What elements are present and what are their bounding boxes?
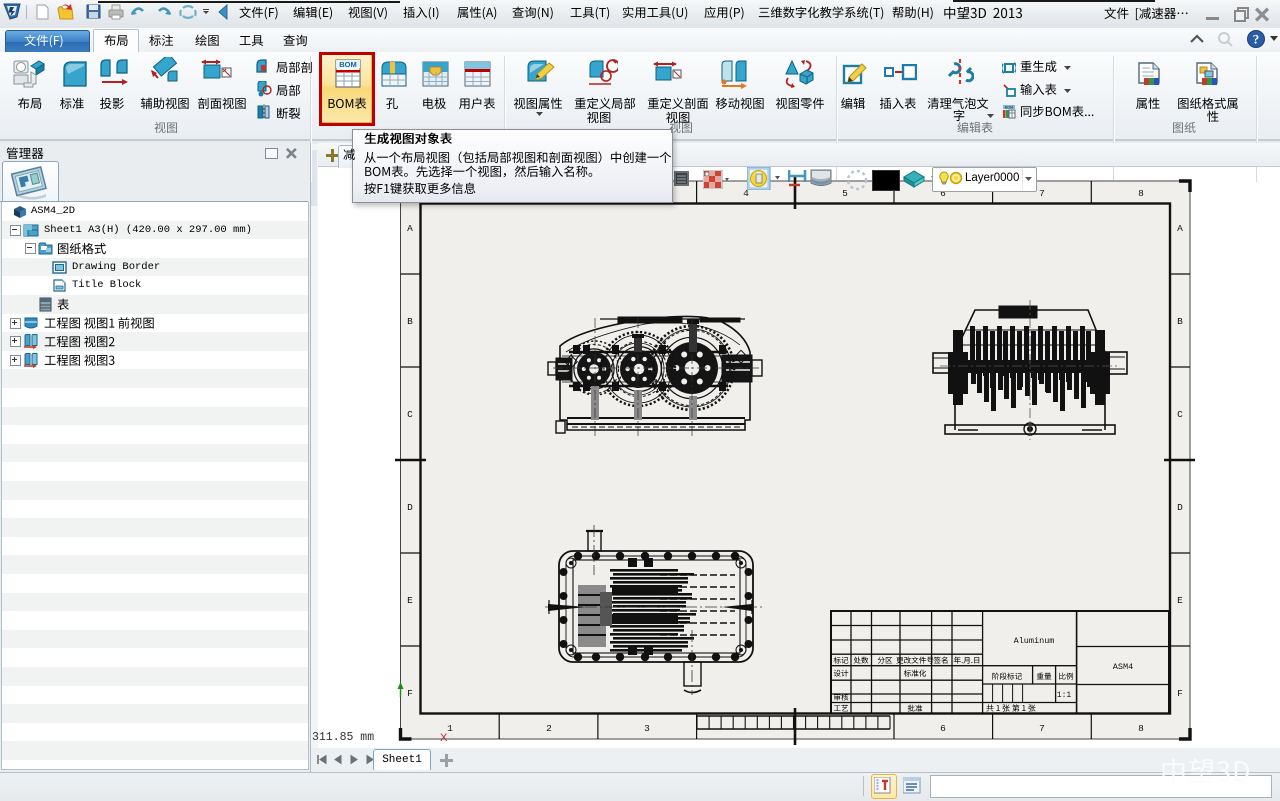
svg-text:A: A	[1177, 223, 1183, 234]
svg-text:B: B	[1177, 316, 1183, 327]
svg-text:6: 6	[940, 723, 946, 734]
svg-text:E: E	[1177, 595, 1183, 606]
svg-text:7: 7	[1039, 188, 1045, 199]
svg-text:8: 8	[1138, 188, 1144, 199]
svg-text:2: 2	[546, 723, 552, 734]
svg-text:E: E	[407, 595, 413, 606]
svg-text:A: A	[407, 223, 413, 234]
svg-text:B: B	[407, 316, 413, 327]
svg-text:8: 8	[1138, 723, 1144, 734]
svg-text:1: 1	[447, 723, 453, 734]
svg-text:Aluminum: Aluminum	[1014, 636, 1055, 646]
svg-text:7: 7	[1039, 723, 1045, 734]
svg-text:C: C	[407, 409, 413, 420]
svg-text:F: F	[1177, 688, 1183, 699]
svg-text:BOM: BOM	[1005, 106, 1013, 110]
svg-text:D: D	[407, 502, 413, 513]
svg-text:C: C	[1177, 409, 1183, 420]
svg-text:F: F	[407, 688, 413, 699]
svg-text:BOM: BOM	[339, 60, 357, 69]
svg-text:1:1: 1:1	[1057, 691, 1072, 700]
svg-text:D: D	[1177, 502, 1183, 513]
svg-text:3: 3	[644, 723, 650, 734]
svg-text:X: X	[440, 732, 448, 744]
svg-text:ASM4: ASM4	[1113, 662, 1133, 672]
svg-text:?: ?	[1253, 32, 1260, 47]
